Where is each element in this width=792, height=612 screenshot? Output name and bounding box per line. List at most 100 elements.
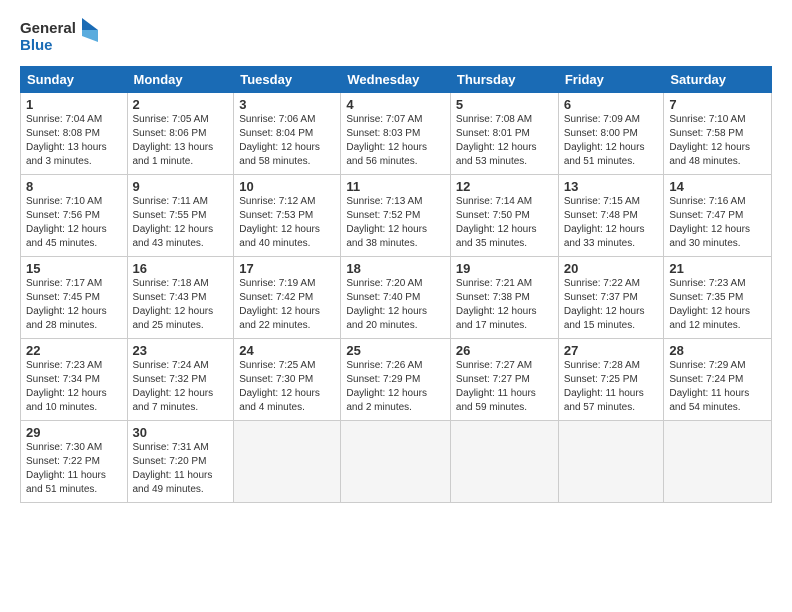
day-number: 9 [133,179,229,194]
calendar-day-24: 24Sunrise: 7:25 AMSunset: 7:30 PMDayligh… [234,339,341,421]
calendar-week-1: 1Sunrise: 7:04 AMSunset: 8:08 PMDaylight… [21,93,772,175]
calendar-header-friday: Friday [558,67,664,93]
day-info: Sunrise: 7:21 AMSunset: 7:38 PMDaylight:… [456,277,553,333]
calendar-day-26: 26Sunrise: 7:27 AMSunset: 7:27 PMDayligh… [450,339,558,421]
day-number: 13 [564,179,659,194]
calendar-header-wednesday: Wednesday [341,67,451,93]
calendar-day-29: 29Sunrise: 7:30 AMSunset: 7:22 PMDayligh… [21,421,128,503]
day-number: 28 [669,343,766,358]
day-info: Sunrise: 7:08 AMSunset: 8:01 PMDaylight:… [456,113,553,169]
day-info: Sunrise: 7:14 AMSunset: 7:50 PMDaylight:… [456,195,553,251]
calendar-day-18: 18Sunrise: 7:20 AMSunset: 7:40 PMDayligh… [341,257,451,339]
day-info: Sunrise: 7:07 AMSunset: 8:03 PMDaylight:… [346,113,445,169]
day-number: 11 [346,179,445,194]
calendar-day-10: 10Sunrise: 7:12 AMSunset: 7:53 PMDayligh… [234,175,341,257]
calendar-day-30: 30Sunrise: 7:31 AMSunset: 7:20 PMDayligh… [127,421,234,503]
day-number: 10 [239,179,335,194]
day-info: Sunrise: 7:15 AMSunset: 7:48 PMDaylight:… [564,195,659,251]
calendar-day-28: 28Sunrise: 7:29 AMSunset: 7:24 PMDayligh… [664,339,772,421]
calendar-week-3: 15Sunrise: 7:17 AMSunset: 7:45 PMDayligh… [21,257,772,339]
calendar-week-4: 22Sunrise: 7:23 AMSunset: 7:34 PMDayligh… [21,339,772,421]
day-info: Sunrise: 7:10 AMSunset: 7:56 PMDaylight:… [26,195,122,251]
day-info: Sunrise: 7:17 AMSunset: 7:45 PMDaylight:… [26,277,122,333]
calendar-day-8: 8Sunrise: 7:10 AMSunset: 7:56 PMDaylight… [21,175,128,257]
day-number: 1 [26,97,122,112]
calendar-header-saturday: Saturday [664,67,772,93]
day-info: Sunrise: 7:23 AMSunset: 7:34 PMDaylight:… [26,359,122,415]
calendar-day-9: 9Sunrise: 7:11 AMSunset: 7:55 PMDaylight… [127,175,234,257]
calendar-empty [234,421,341,503]
calendar-header-thursday: Thursday [450,67,558,93]
day-info: Sunrise: 7:04 AMSunset: 8:08 PMDaylight:… [26,113,122,169]
day-number: 16 [133,261,229,276]
calendar-day-20: 20Sunrise: 7:22 AMSunset: 7:37 PMDayligh… [558,257,664,339]
day-number: 30 [133,425,229,440]
calendar-header-sunday: Sunday [21,67,128,93]
day-number: 18 [346,261,445,276]
calendar-day-12: 12Sunrise: 7:14 AMSunset: 7:50 PMDayligh… [450,175,558,257]
day-info: Sunrise: 7:25 AMSunset: 7:30 PMDaylight:… [239,359,335,415]
calendar-day-15: 15Sunrise: 7:17 AMSunset: 7:45 PMDayligh… [21,257,128,339]
day-info: Sunrise: 7:19 AMSunset: 7:42 PMDaylight:… [239,277,335,333]
calendar-day-1: 1Sunrise: 7:04 AMSunset: 8:08 PMDaylight… [21,93,128,175]
svg-text:Blue: Blue [20,37,53,54]
logo-svg: GeneralBlue [20,16,100,56]
calendar-empty [450,421,558,503]
day-info: Sunrise: 7:20 AMSunset: 7:40 PMDaylight:… [346,277,445,333]
day-number: 8 [26,179,122,194]
day-number: 29 [26,425,122,440]
day-info: Sunrise: 7:26 AMSunset: 7:29 PMDaylight:… [346,359,445,415]
day-info: Sunrise: 7:18 AMSunset: 7:43 PMDaylight:… [133,277,229,333]
header: GeneralBlue [20,16,772,56]
day-number: 12 [456,179,553,194]
page: GeneralBlue SundayMondayTuesdayWednesday… [0,0,792,612]
day-info: Sunrise: 7:11 AMSunset: 7:55 PMDaylight:… [133,195,229,251]
calendar-day-13: 13Sunrise: 7:15 AMSunset: 7:48 PMDayligh… [558,175,664,257]
day-number: 2 [133,97,229,112]
day-info: Sunrise: 7:23 AMSunset: 7:35 PMDaylight:… [669,277,766,333]
logo: GeneralBlue [20,16,100,56]
day-info: Sunrise: 7:10 AMSunset: 7:58 PMDaylight:… [669,113,766,169]
day-number: 15 [26,261,122,276]
day-info: Sunrise: 7:31 AMSunset: 7:20 PMDaylight:… [133,441,229,497]
calendar-table: SundayMondayTuesdayWednesdayThursdayFrid… [20,66,772,503]
day-number: 5 [456,97,553,112]
calendar-header-tuesday: Tuesday [234,67,341,93]
day-info: Sunrise: 7:30 AMSunset: 7:22 PMDaylight:… [26,441,122,497]
calendar-header-monday: Monday [127,67,234,93]
day-number: 17 [239,261,335,276]
calendar-day-2: 2Sunrise: 7:05 AMSunset: 8:06 PMDaylight… [127,93,234,175]
day-number: 20 [564,261,659,276]
calendar-day-16: 16Sunrise: 7:18 AMSunset: 7:43 PMDayligh… [127,257,234,339]
day-info: Sunrise: 7:22 AMSunset: 7:37 PMDaylight:… [564,277,659,333]
calendar-day-4: 4Sunrise: 7:07 AMSunset: 8:03 PMDaylight… [341,93,451,175]
day-info: Sunrise: 7:06 AMSunset: 8:04 PMDaylight:… [239,113,335,169]
day-number: 24 [239,343,335,358]
day-number: 6 [564,97,659,112]
day-info: Sunrise: 7:13 AMSunset: 7:52 PMDaylight:… [346,195,445,251]
day-number: 22 [26,343,122,358]
day-info: Sunrise: 7:29 AMSunset: 7:24 PMDaylight:… [669,359,766,415]
day-info: Sunrise: 7:24 AMSunset: 7:32 PMDaylight:… [133,359,229,415]
calendar-day-5: 5Sunrise: 7:08 AMSunset: 8:01 PMDaylight… [450,93,558,175]
day-info: Sunrise: 7:05 AMSunset: 8:06 PMDaylight:… [133,113,229,169]
calendar-day-14: 14Sunrise: 7:16 AMSunset: 7:47 PMDayligh… [664,175,772,257]
calendar-day-23: 23Sunrise: 7:24 AMSunset: 7:32 PMDayligh… [127,339,234,421]
calendar-day-22: 22Sunrise: 7:23 AMSunset: 7:34 PMDayligh… [21,339,128,421]
calendar-empty [664,421,772,503]
day-number: 25 [346,343,445,358]
calendar-day-21: 21Sunrise: 7:23 AMSunset: 7:35 PMDayligh… [664,257,772,339]
day-number: 27 [564,343,659,358]
day-number: 4 [346,97,445,112]
calendar-day-17: 17Sunrise: 7:19 AMSunset: 7:42 PMDayligh… [234,257,341,339]
day-number: 21 [669,261,766,276]
calendar-day-7: 7Sunrise: 7:10 AMSunset: 7:58 PMDaylight… [664,93,772,175]
svg-text:General: General [20,20,76,37]
day-number: 26 [456,343,553,358]
calendar-week-5: 29Sunrise: 7:30 AMSunset: 7:22 PMDayligh… [21,421,772,503]
day-number: 23 [133,343,229,358]
day-info: Sunrise: 7:28 AMSunset: 7:25 PMDaylight:… [564,359,659,415]
day-info: Sunrise: 7:16 AMSunset: 7:47 PMDaylight:… [669,195,766,251]
day-number: 19 [456,261,553,276]
calendar-empty [558,421,664,503]
